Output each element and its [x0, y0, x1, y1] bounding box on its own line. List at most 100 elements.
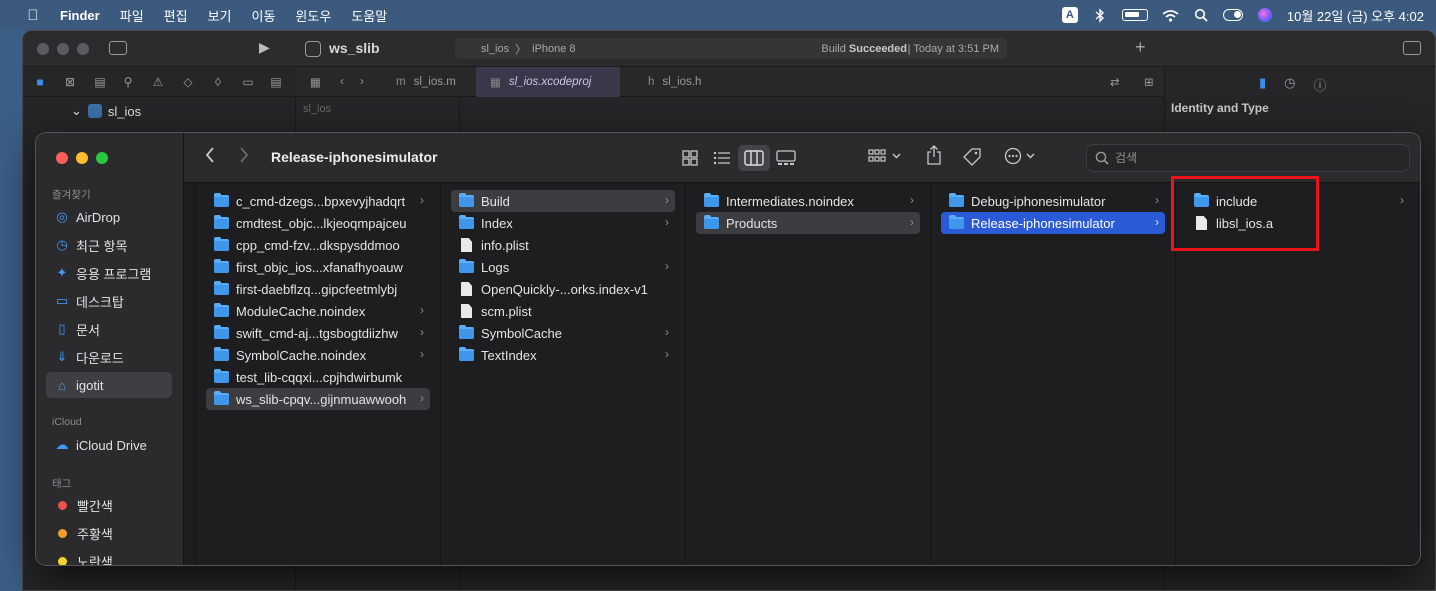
report-navigator-icon[interactable]: ▤ — [269, 75, 283, 89]
xcode-zoom-button[interactable] — [77, 43, 89, 55]
list-item[interactable]: Build › — [451, 190, 675, 212]
list-item[interactable]: Debug-iphonesimulator › — [941, 190, 1165, 212]
menu-app-name[interactable]: Finder — [60, 8, 100, 23]
control-center-icon[interactable] — [1222, 7, 1243, 23]
icon-view-icon[interactable] — [674, 145, 706, 171]
column-ws-slib[interactable]: Build › Index › info.plist Logs › OpenQuickly-.… — [441, 184, 686, 565]
gallery-view-icon[interactable] — [770, 145, 802, 171]
list-item[interactable]: info.plist — [451, 234, 675, 256]
search-field[interactable] — [1086, 144, 1410, 172]
xcode-minimize-button[interactable] — [57, 43, 69, 55]
sidebar-tag-orange[interactable]: 주황색 — [46, 520, 172, 546]
add-library-icon[interactable]: + — [1135, 37, 1146, 58]
search-input[interactable] — [1115, 151, 1395, 165]
menu-window[interactable]: 윈도우 — [295, 6, 331, 25]
input-source-icon[interactable]: A — [1061, 7, 1078, 23]
list-item[interactable]: SymbolCache › — [451, 322, 675, 344]
column-derived-data[interactable]: c_cmd-dzegs...bpxevyjhadqrt › cmdtest_objc… — [196, 184, 441, 565]
related-items-icon[interactable]: ⇄ — [1096, 67, 1134, 97]
close-button[interactable] — [56, 152, 68, 164]
tag-icon[interactable] — [962, 147, 982, 173]
tab-sl-ios-m[interactable]: m sl_ios.m — [382, 67, 470, 97]
history-inspector-icon[interactable]: ◷ — [1284, 75, 1295, 94]
list-item[interactable]: libsl_ios.a — [1186, 212, 1410, 234]
editor-jump-bar[interactable]: sl_ios — [303, 103, 331, 115]
spotlight-search-icon[interactable] — [1193, 7, 1209, 23]
list-item[interactable]: cmdtest_objc...lkjeoqmpajceu — [206, 212, 430, 234]
navigator-project-row[interactable]: ⌄ sl_ios — [71, 103, 141, 119]
find-navigator-icon[interactable]: ⚲ — [121, 75, 135, 89]
bluetooth-icon[interactable] — [1092, 7, 1108, 23]
quick-help-icon[interactable]: ⓘ — [1314, 75, 1327, 94]
list-item[interactable]: first_objc_ios...xfanafhyoauw — [206, 256, 430, 278]
list-item[interactable]: TextIndex › — [451, 344, 675, 366]
xcode-close-button[interactable] — [37, 43, 49, 55]
menu-help[interactable]: 도움말 — [351, 6, 387, 25]
column-release-iphonesimulator[interactable]: include › libsl_ios.a — [1176, 184, 1420, 565]
share-icon[interactable] — [926, 145, 942, 171]
list-item[interactable]: cpp_cmd-fzv...dkspysddmoo — [206, 234, 430, 256]
list-item[interactable]: scm.plist — [451, 300, 675, 322]
more-actions-icon[interactable] — [1004, 147, 1040, 171]
symbol-navigator-icon[interactable]: ▤ — [93, 75, 107, 89]
issue-navigator-icon[interactable]: ⚠ — [151, 75, 165, 89]
list-item[interactable]: SymbolCache.noindex › — [206, 344, 430, 366]
list-item[interactable]: Products › — [696, 212, 920, 234]
tab-sl-ios-h[interactable]: h sl_ios.h — [634, 67, 715, 97]
list-item[interactable]: Index › — [451, 212, 675, 234]
sidebar-item-airdrop[interactable]: ◎ AirDrop — [46, 204, 172, 230]
test-navigator-icon[interactable]: ◇ — [181, 75, 195, 89]
inspector-toggle-icon[interactable] — [1403, 41, 1421, 55]
sidebar-item-downloads[interactable]: ⇓ 다운로드 — [46, 344, 172, 370]
sidebar-tag-yellow[interactable]: 노란색 — [46, 548, 172, 565]
list-item[interactable]: Intermediates.noindex › — [696, 190, 920, 212]
forward-icon[interactable]: › — [346, 67, 378, 97]
project-navigator-icon[interactable]: ■ — [33, 75, 47, 89]
list-item[interactable]: OpenQuickly-...orks.index-v1 — [451, 278, 675, 300]
list-item[interactable]: ws_slib-cpqv...gijnmuawwooh › — [206, 388, 430, 410]
destination-selector[interactable]: iPhone 8 — [532, 43, 575, 55]
sidebar-item-home[interactable]: ⌂ igotit — [46, 372, 172, 398]
sidebar-item-documents[interactable]: ▯ 문서 — [46, 316, 172, 342]
column-build[interactable]: Intermediates.noindex › Products › — [686, 184, 931, 565]
menu-file[interactable]: 파일 — [120, 6, 144, 25]
run-button-icon[interactable]: ▶ — [259, 39, 270, 56]
group-by-icon[interactable] — [868, 147, 904, 171]
sidebar-item-icloud-drive[interactable]: ☁ iCloud Drive — [46, 432, 172, 458]
column-products[interactable]: Debug-iphonesimulator › Release-iphonesimu… — [931, 184, 1176, 565]
battery-icon[interactable] — [1121, 7, 1148, 23]
sidebar-item-desktop[interactable]: ▭ 데스크탑 — [46, 288, 172, 314]
add-editor-icon[interactable]: ⊞ — [1130, 67, 1168, 97]
source-control-navigator-icon[interactable]: ⊠ — [63, 75, 77, 89]
list-view-icon[interactable] — [706, 145, 738, 171]
list-item[interactable]: include › — [1186, 190, 1410, 212]
breakpoint-navigator-icon[interactable]: ▭ — [241, 75, 255, 89]
list-item[interactable]: swift_cmd-aj...tgsbogtdiizhw › — [206, 322, 430, 344]
navigator-toggle-icon[interactable] — [109, 41, 127, 55]
sidebar-item-applications[interactable]: ✦ 응용 프로그램 — [46, 260, 172, 286]
menu-view[interactable]: 보기 — [208, 6, 232, 25]
list-item[interactable]: Logs › — [451, 256, 675, 278]
list-item[interactable]: c_cmd-dzegs...bpxevyjhadqrt › — [206, 190, 430, 212]
forward-button-icon[interactable] — [238, 146, 250, 170]
disclosure-chevron-icon[interactable]: ⌄ — [71, 103, 82, 119]
menu-bar-clock[interactable]: 10월 22일 (금) 오후 4:02 — [1287, 6, 1424, 25]
sidebar-tag-red[interactable]: 빨간색 — [46, 492, 172, 518]
wifi-icon[interactable] — [1162, 7, 1179, 23]
list-item[interactable]: first-daebflzq...gipcfeetmlybj — [206, 278, 430, 300]
back-button-icon[interactable] — [204, 146, 216, 170]
menu-edit[interactable]: 편집 — [164, 6, 188, 25]
column-view-icon[interactable] — [738, 145, 770, 171]
siri-icon[interactable] — [1257, 7, 1273, 23]
menu-go[interactable]: 이동 — [252, 6, 276, 25]
debug-navigator-icon[interactable]: ◊ — [211, 75, 225, 89]
minimize-button[interactable] — [76, 152, 88, 164]
apple-menu-icon[interactable]:  — [22, 0, 44, 30]
list-item[interactable]: Release-iphonesimulator › — [941, 212, 1165, 234]
zoom-button[interactable] — [96, 152, 108, 164]
file-inspector-icon[interactable]: ▮ — [1259, 75, 1266, 94]
sidebar-item-recents[interactable]: ◷ 최근 항목 — [46, 232, 172, 258]
scheme-selector[interactable]: sl_ios — [481, 43, 509, 55]
list-item[interactable]: test_lib-cqqxi...cpjhdwirbumk — [206, 366, 430, 388]
tab-sl-ios-xcodeproj[interactable]: ▦ sl_ios.xcodeproj — [476, 67, 620, 97]
